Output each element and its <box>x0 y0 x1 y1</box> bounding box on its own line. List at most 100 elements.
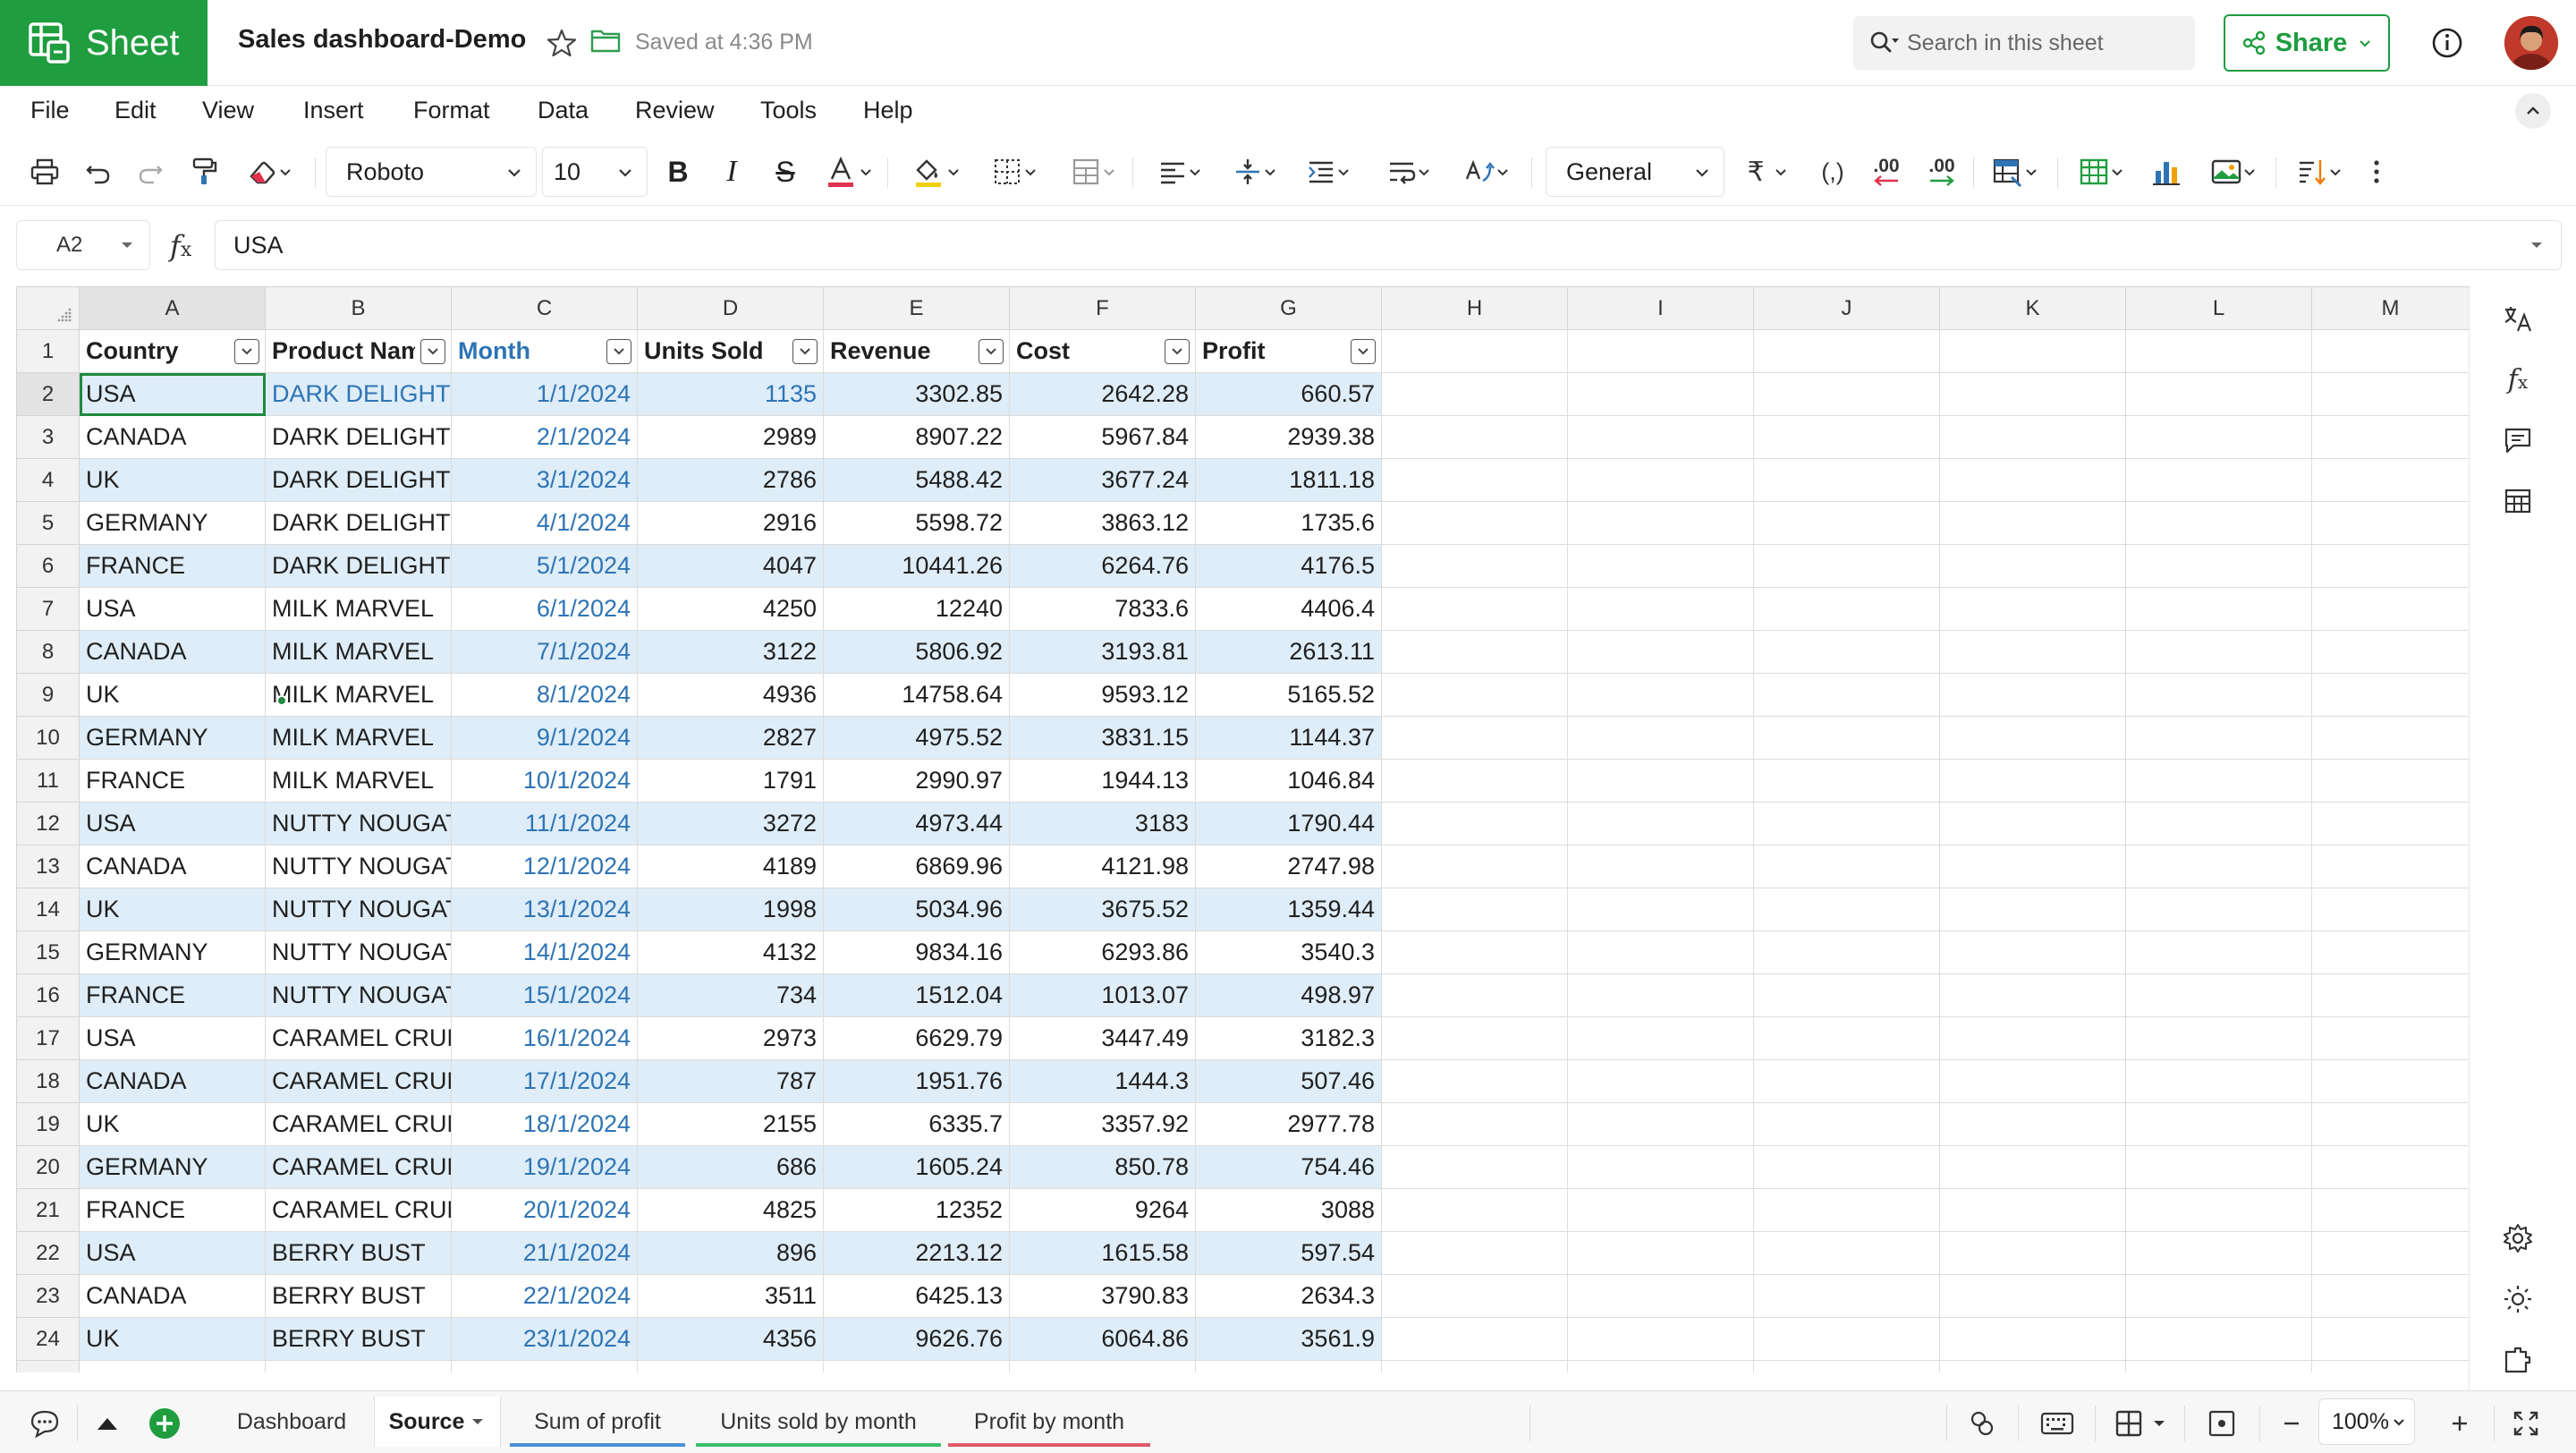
empty-cell[interactable] <box>2126 373 2312 416</box>
data-cell[interactable]: 850.78 <box>1010 1146 1196 1189</box>
empty-cell[interactable] <box>1568 1103 1754 1146</box>
vertical-align-dropdown[interactable] <box>1224 154 1286 190</box>
data-cell[interactable]: 7/1/2024 <box>452 631 638 674</box>
data-cell[interactable]: GERMANY <box>80 502 266 545</box>
data-cell[interactable]: 5165.52 <box>1196 674 1382 717</box>
row-header[interactable]: 9 <box>17 674 80 717</box>
menu-help[interactable]: Help <box>863 97 913 124</box>
header-cell[interactable]: Country <box>80 330 266 373</box>
info-icon[interactable] <box>2429 25 2465 61</box>
data-cell[interactable]: 4176.5 <box>1196 545 1382 588</box>
row-header[interactable]: 13 <box>17 845 80 888</box>
empty-cell[interactable] <box>2126 1361 2312 1372</box>
empty-cell[interactable] <box>2312 373 2469 416</box>
row-header[interactable]: 6 <box>17 545 80 588</box>
data-cell[interactable]: DARK DELIGHT <box>266 545 452 588</box>
empty-cell[interactable] <box>2312 1275 2469 1318</box>
header-cell[interactable]: Profit <box>1196 330 1382 373</box>
data-cell[interactable]: 14/1/2024 <box>452 931 638 974</box>
empty-cell[interactable] <box>2312 631 2469 674</box>
empty-cell[interactable] <box>1568 888 1754 931</box>
empty-cell[interactable] <box>1754 1232 1940 1275</box>
data-cell[interactable]: 6064.86 <box>1010 1318 1196 1361</box>
data-cell[interactable]: MILK MARVEL <box>266 588 452 631</box>
empty-cell[interactable] <box>1940 1060 2126 1103</box>
data-cell[interactable]: 9626.76 <box>824 1318 1010 1361</box>
merge-cells-dropdown[interactable] <box>1061 154 1125 190</box>
menu-format[interactable]: Format <box>413 97 490 124</box>
text-color-dropdown[interactable] <box>814 154 882 190</box>
empty-cell[interactable] <box>2312 545 2469 588</box>
data-cell[interactable]: 1791 <box>638 760 824 803</box>
empty-cell[interactable] <box>1940 1189 2126 1232</box>
text-wrap-dropdown[interactable] <box>1377 154 1440 190</box>
data-cell[interactable]: MILK MARVEL <box>266 674 452 717</box>
formula-input[interactable]: USA <box>215 220 2562 270</box>
empty-cell[interactable] <box>2126 330 2312 373</box>
paint-format-button[interactable] <box>184 154 224 190</box>
empty-cell[interactable] <box>1382 717 1568 760</box>
empty-cell[interactable] <box>1568 845 1754 888</box>
data-cell[interactable]: GERMANY <box>80 1146 266 1189</box>
empty-cell[interactable] <box>1382 1232 1568 1275</box>
sheet-tab-dashboard[interactable]: Dashboard <box>218 1397 365 1447</box>
insert-image-dropdown[interactable] <box>2202 154 2265 190</box>
empty-cell[interactable] <box>1754 1361 1940 1372</box>
column-header-h[interactable]: H <box>1382 287 1568 330</box>
empty-cell[interactable] <box>1568 1017 1754 1060</box>
data-cell[interactable]: 1735.6 <box>1196 502 1382 545</box>
empty-cell[interactable] <box>2312 845 2469 888</box>
data-cell[interactable]: 1615.58 <box>1010 1232 1196 1275</box>
avatar[interactable] <box>2504 16 2558 70</box>
data-cell[interactable]: CARAMEL CRUNCH <box>266 1017 452 1060</box>
conditional-format-dropdown[interactable] <box>1984 154 2046 190</box>
row-header[interactable]: 23 <box>17 1275 80 1318</box>
column-header-i[interactable]: I <box>1568 287 1754 330</box>
data-cell[interactable]: 4936 <box>638 674 824 717</box>
row-header[interactable]: 16 <box>17 974 80 1017</box>
data-cell[interactable]: 3088 <box>1196 1189 1382 1232</box>
data-cell[interactable]: 3447.49 <box>1010 1017 1196 1060</box>
comma-style-button[interactable]: (,) <box>1812 154 1853 190</box>
empty-cell[interactable] <box>1754 1275 1940 1318</box>
data-cell[interactable]: 7833.6 <box>1010 588 1196 631</box>
row-header[interactable]: 22 <box>17 1232 80 1275</box>
data-cell[interactable]: 4973.44 <box>824 803 1010 845</box>
data-cell[interactable]: 3272 <box>638 803 824 845</box>
empty-cell[interactable] <box>1754 1189 1940 1232</box>
menu-file[interactable]: File <box>30 97 70 124</box>
data-cell[interactable]: 14758.64 <box>824 674 1010 717</box>
borders-dropdown[interactable] <box>982 154 1046 190</box>
header-cell[interactable]: Units Sold <box>638 330 824 373</box>
empty-cell[interactable] <box>1940 803 2126 845</box>
empty-cell[interactable] <box>1754 1318 1940 1361</box>
data-cell[interactable]: NUTTY NOUGAT <box>266 888 452 931</box>
empty-cell[interactable] <box>1568 674 1754 717</box>
data-cell[interactable]: 2155 <box>638 1103 824 1146</box>
data-cell[interactable]: 1951.76 <box>824 1060 1010 1103</box>
empty-cell[interactable] <box>1382 1103 1568 1146</box>
comments-panel-button[interactable] <box>2500 422 2536 458</box>
data-cell[interactable]: 1046.84 <box>1196 760 1382 803</box>
data-cell[interactable]: 5488.42 <box>824 459 1010 502</box>
empty-cell[interactable] <box>2126 974 2312 1017</box>
empty-cell[interactable] <box>1754 931 1940 974</box>
row-header[interactable]: 20 <box>17 1146 80 1189</box>
data-cell[interactable]: 2613.11 <box>1196 631 1382 674</box>
app-brand[interactable]: Sheet <box>0 0 208 86</box>
empty-cell[interactable] <box>1940 1146 2126 1189</box>
functions-panel-button[interactable]: fx <box>2500 361 2536 397</box>
increase-decimal-button[interactable]: .00 <box>1919 154 1964 190</box>
data-cell[interactable]: 5034.96 <box>824 888 1010 931</box>
view-mode-dropdown[interactable] <box>2109 1406 2172 1441</box>
filter-dropdown-icon[interactable] <box>1165 339 1190 364</box>
data-cell[interactable]: USA <box>80 1232 266 1275</box>
data-cell[interactable]: CARAMEL CRUNCH <box>266 1146 452 1189</box>
theme-button[interactable] <box>2500 1281 2536 1317</box>
data-cell[interactable]: USA <box>80 803 266 845</box>
empty-cell[interactable] <box>1754 1017 1940 1060</box>
empty-cell[interactable] <box>2126 674 2312 717</box>
strikethrough-button[interactable]: S <box>767 154 803 190</box>
data-cell[interactable]: 3561.9 <box>1196 1318 1382 1361</box>
empty-cell[interactable] <box>1940 459 2126 502</box>
